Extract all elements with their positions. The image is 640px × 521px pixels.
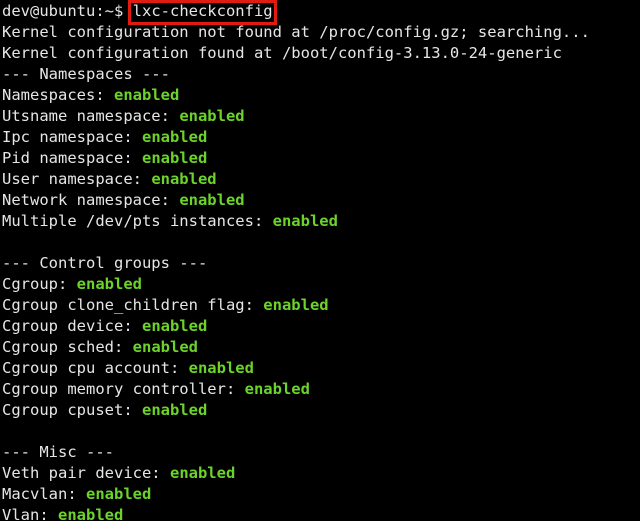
line-cgroup-clone-children-seg-1: enabled xyxy=(263,296,329,314)
line-section-namespaces-seg-0: --- Namespaces --- xyxy=(2,65,170,83)
line-user-namespace-seg-0: User namespace: xyxy=(2,170,152,188)
line-utsname-namespace: Utsname namespace: enabled xyxy=(2,106,640,127)
line-cgroup-sched-seg-0: Cgroup sched: xyxy=(2,338,133,356)
line-pid-namespace-seg-1: enabled xyxy=(141,149,208,167)
line-cgroup: Cgroup: enabled xyxy=(2,274,640,295)
line-veth-pair-device-seg-1: enabled xyxy=(169,464,236,482)
line-blank-1 xyxy=(2,232,640,253)
line-command: dev@ubuntu:~$ lxc-checkconfig xyxy=(2,1,640,22)
line-macvlan: Macvlan: enabled xyxy=(2,484,640,505)
line-cgroup-seg-1: enabled xyxy=(76,275,142,293)
line-cgroup-memory-controller-seg-1: enabled xyxy=(244,380,310,398)
line-cgroup-cpu-account: Cgroup cpu account: enabled xyxy=(2,358,640,379)
line-cgroup-memory-controller-seg-0: Cgroup memory controller: xyxy=(2,380,245,398)
line-cgroup-cpu-account-seg-0: Cgroup cpu account: xyxy=(2,359,189,377)
line-cgroup-device-seg-0: Cgroup device: xyxy=(2,317,142,335)
line-cgroup-cpuset-seg-1: enabled xyxy=(141,401,208,419)
line-cgroup-clone-children-seg-0: Cgroup clone_children flag: xyxy=(2,296,264,314)
line-devpts-seg-0: Multiple /dev/pts instances: xyxy=(2,212,273,230)
line-section-misc-seg-0: --- Misc --- xyxy=(2,443,114,461)
line-section-control-groups-seg-0: --- Control groups --- xyxy=(2,254,208,272)
line-ipc-namespace-seg-1: enabled xyxy=(141,128,208,146)
line-kernel-found: Kernel configuration found at /boot/conf… xyxy=(2,43,640,64)
line-cgroup-memory-controller: Cgroup memory controller: enabled xyxy=(2,379,640,400)
line-section-misc: --- Misc --- xyxy=(2,442,640,463)
line-cgroup-device: Cgroup device: enabled xyxy=(2,316,640,337)
line-namespaces: Namespaces: enabled xyxy=(2,85,640,106)
line-kernel-not-found: Kernel configuration not found at /proc/… xyxy=(2,22,640,43)
line-pid-namespace: Pid namespace: enabled xyxy=(2,148,640,169)
line-namespaces-seg-0: Namespaces: xyxy=(2,86,114,104)
line-network-namespace-seg-1: enabled xyxy=(179,191,245,209)
line-cgroup-cpu-account-seg-1: enabled xyxy=(188,359,254,377)
line-cgroup-clone-children: Cgroup clone_children flag: enabled xyxy=(2,295,640,316)
line-namespaces-seg-1: enabled xyxy=(113,86,180,104)
line-network-namespace: Network namespace: enabled xyxy=(2,190,640,211)
line-vlan: Vlan: enabled xyxy=(2,505,640,521)
line-macvlan-seg-1: enabled xyxy=(86,485,152,503)
line-vlan-seg-1: enabled xyxy=(58,506,124,521)
line-cgroup-seg-0: Cgroup: xyxy=(2,275,77,293)
line-kernel-not-found-seg-0: Kernel configuration not found at /proc/… xyxy=(2,23,590,41)
line-kernel-found-seg-0: Kernel configuration found at /boot/conf… xyxy=(2,44,562,62)
line-blank-2 xyxy=(2,421,640,442)
line-vlan-seg-0: Vlan: xyxy=(2,506,58,521)
line-devpts-seg-1: enabled xyxy=(272,212,338,230)
terminal-window[interactable]: dev@ubuntu:~$ lxc-checkconfig Kernel conf… xyxy=(0,0,640,521)
line-section-namespaces: --- Namespaces --- xyxy=(2,64,640,85)
line-cgroup-cpuset: Cgroup cpuset: enabled xyxy=(2,400,640,421)
line-network-namespace-seg-0: Network namespace: xyxy=(2,191,180,209)
line-cgroup-cpuset-seg-0: Cgroup cpuset: xyxy=(2,401,142,419)
line-veth-pair-device-seg-0: Veth pair device: xyxy=(2,464,170,482)
line-veth-pair-device: Veth pair device: enabled xyxy=(2,463,640,484)
line-pid-namespace-seg-0: Pid namespace: xyxy=(2,149,142,167)
line-command-seg-1: lxc-checkconfig xyxy=(132,2,273,20)
line-cgroup-sched: Cgroup sched: enabled xyxy=(2,337,640,358)
terminal-output-area[interactable]: dev@ubuntu:~$ lxc-checkconfig Kernel conf… xyxy=(2,1,640,521)
line-devpts: Multiple /dev/pts instances: enabled xyxy=(2,211,640,232)
line-ipc-namespace: Ipc namespace: enabled xyxy=(2,127,640,148)
line-cgroup-sched-seg-1: enabled xyxy=(132,338,198,356)
line-section-control-groups: --- Control groups --- xyxy=(2,253,640,274)
line-cgroup-device-seg-1: enabled xyxy=(141,317,208,335)
line-user-namespace-seg-1: enabled xyxy=(151,170,217,188)
line-macvlan-seg-0: Macvlan: xyxy=(2,485,86,503)
line-user-namespace: User namespace: enabled xyxy=(2,169,640,190)
line-utsname-namespace-seg-1: enabled xyxy=(179,107,245,125)
line-command-seg-0: dev@ubuntu:~$ xyxy=(2,2,133,20)
line-ipc-namespace-seg-0: Ipc namespace: xyxy=(2,128,142,146)
line-blank-1-seg-0 xyxy=(2,233,11,251)
line-blank-2-seg-0 xyxy=(2,422,11,440)
line-utsname-namespace-seg-0: Utsname namespace: xyxy=(2,107,180,125)
